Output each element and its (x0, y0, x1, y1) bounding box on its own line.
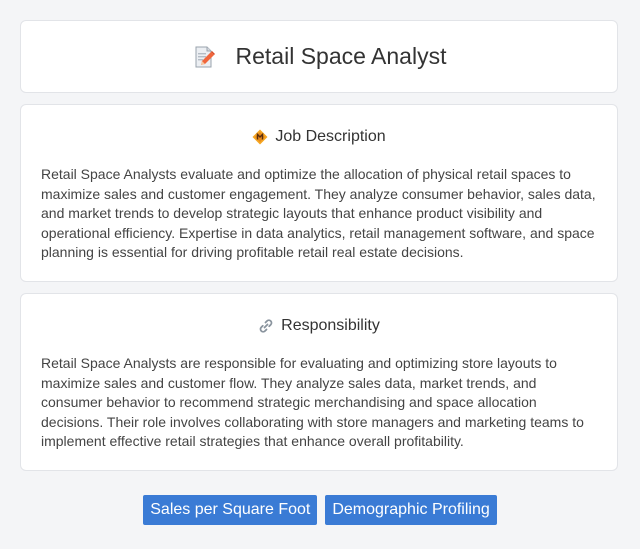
responsibility-card: Responsibility Retail Space Analysts are… (20, 293, 618, 471)
skill-tags: Sales per Square Foot Demographic Profil… (0, 495, 640, 525)
job-description-text: Retail Space Analysts evaluate and optim… (41, 166, 596, 260)
header-card: Retail Space Analyst (20, 20, 618, 93)
job-description-title: Job Description (275, 128, 386, 145)
skill-tag-sales-per-square-foot[interactable]: Sales per Square Foot (143, 495, 318, 525)
link-icon (258, 318, 274, 334)
badge-icon (252, 129, 268, 145)
page-title: Retail Space Analyst (235, 43, 447, 69)
job-description-card: Job Description Retail Space Analysts ev… (20, 104, 618, 282)
job-description-heading: Job Description (41, 127, 597, 147)
skill-tag-demographic-profiling[interactable]: Demographic Profiling (325, 495, 497, 525)
responsibility-title: Responsibility (281, 317, 380, 334)
responsibility-heading: Responsibility (41, 316, 597, 336)
document-edit-icon (192, 45, 216, 69)
responsibility-text: Retail Space Analysts are responsible fo… (41, 355, 584, 449)
